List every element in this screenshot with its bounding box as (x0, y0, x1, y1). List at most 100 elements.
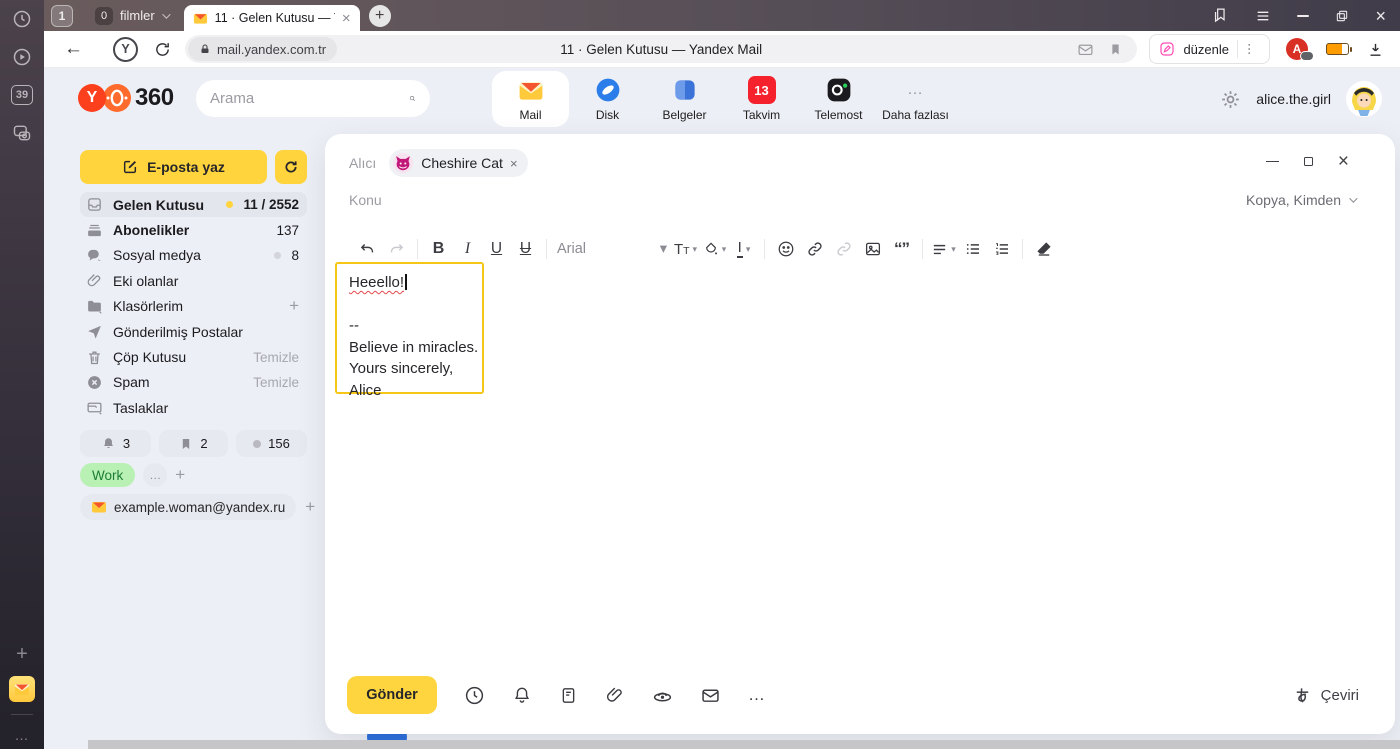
attach-from-mail-icon[interactable] (700, 685, 721, 706)
highlight-color-select[interactable]: ▾ (700, 235, 729, 263)
recipient-chip[interactable]: Cheshire Cat × (389, 149, 527, 177)
compose-window: × Alıcı Cheshire Cat × Kopya, Kimden (325, 134, 1395, 734)
reminders-counter[interactable]: 3 (80, 430, 151, 457)
more-vertical-icon[interactable]: … (1246, 42, 1261, 56)
mail-notifications-icon[interactable] (1077, 41, 1094, 58)
app-telemost[interactable]: Telemost (800, 71, 877, 127)
template-icon[interactable] (559, 686, 578, 705)
back-icon[interactable]: ← (64, 38, 83, 60)
mail-main: E-posta yaz Gelen Kutusu 11 / 2552 Abone… (44, 130, 1400, 749)
bullet-list-button[interactable] (958, 235, 987, 263)
bookmarks-icon[interactable] (1212, 7, 1229, 24)
address-bar[interactable]: mail.yandex.com.tr 11 · Gelen Kutusu — Y… (185, 35, 1137, 63)
bookmark-icon[interactable] (1108, 42, 1123, 57)
check-mail-button[interactable] (275, 150, 307, 184)
search-input[interactable] (210, 90, 409, 107)
subject-input[interactable] (349, 192, 769, 208)
underline-button[interactable]: U (482, 235, 511, 263)
app-calendar[interactable]: 13 Takvim (723, 71, 800, 127)
add-account-button[interactable]: + (305, 497, 315, 517)
tab-group-filmler[interactable]: 0 filmler (95, 7, 168, 25)
more-actions-icon[interactable]: … (748, 685, 766, 705)
compose-button[interactable]: E-posta yaz (80, 150, 267, 184)
history-icon[interactable] (12, 9, 32, 29)
app-disk[interactable]: Disk (569, 71, 646, 127)
redo-icon[interactable] (382, 235, 411, 263)
more-icon[interactable]: … (15, 727, 30, 743)
restore-icon[interactable] (1335, 9, 1349, 23)
undo-icon[interactable] (353, 235, 382, 263)
add-panel-icon[interactable]: + (16, 644, 28, 664)
label-work[interactable]: Work (80, 463, 135, 487)
edit-button[interactable]: düzenle … (1149, 34, 1270, 64)
translate-button[interactable]: Çeviri (1293, 686, 1359, 705)
strikethrough-button[interactable]: U (511, 235, 540, 263)
settings-gear-icon[interactable] (1220, 89, 1241, 110)
folder-spam[interactable]: Spam Temizle (80, 370, 307, 395)
send-button[interactable]: Gönder (347, 676, 437, 714)
extension-sub-badge (1300, 51, 1314, 61)
folder-drafts[interactable]: Taslaklar (80, 395, 307, 420)
emoji-button[interactable] (771, 235, 800, 263)
folder-subscriptions[interactable]: Abonelikler 137 (80, 217, 307, 242)
folder-sent[interactable]: Gönderilmiş Postalar (80, 319, 307, 344)
downloads-icon[interactable] (1367, 41, 1384, 58)
font-size-select[interactable]: TT▾ (671, 235, 700, 263)
battery-icon[interactable] (1326, 43, 1349, 55)
insert-image-button[interactable] (858, 235, 887, 263)
yandex-mail-app-icon[interactable] (9, 676, 35, 702)
attach-file-icon[interactable] (605, 685, 625, 705)
blockquote-button[interactable]: “” (887, 235, 916, 263)
avatar[interactable] (1346, 81, 1382, 117)
remove-recipient-icon[interactable]: × (510, 156, 518, 171)
tabs-count-badge[interactable]: 39 (11, 85, 33, 105)
yandex360-logo[interactable]: Y 360 (78, 84, 174, 112)
text-color-select[interactable]: I▾ (729, 235, 758, 263)
add-label-button[interactable]: + (175, 465, 185, 485)
remove-link-button[interactable] (829, 235, 858, 263)
close-icon[interactable]: × (1375, 7, 1386, 25)
compose-minimize-icon[interactable] (1266, 161, 1279, 163)
font-family-select[interactable]: Arial ▾ (553, 241, 671, 257)
compose-close-icon[interactable]: × (1338, 152, 1349, 171)
screenshot-icon[interactable] (12, 123, 32, 143)
folder-with-attachments[interactable]: Eki olanlar (80, 268, 307, 293)
bold-button[interactable]: B (424, 235, 453, 263)
align-select[interactable]: ▾ (929, 235, 958, 263)
tab-close-icon[interactable]: × (342, 11, 351, 26)
yandex-button[interactable]: Y (113, 37, 138, 62)
folder-social[interactable]: Sosyal medya 8 (80, 243, 307, 268)
search-box[interactable] (196, 80, 430, 117)
app-mail[interactable]: Mail (492, 71, 569, 127)
italic-button[interactable]: I (453, 235, 482, 263)
username[interactable]: alice.the.girl (1256, 91, 1331, 107)
compose-expand-icon[interactable] (1304, 157, 1313, 166)
app-documents[interactable]: Belgeler (646, 71, 723, 127)
unread-counter[interactable]: 156 (236, 430, 307, 457)
extension-badge[interactable]: A (1286, 38, 1308, 60)
account-pill[interactable]: example.woman@yandex.ru (80, 494, 296, 520)
domain-pill[interactable]: mail.yandex.com.tr (188, 37, 337, 61)
new-tab-button[interactable]: + (369, 5, 391, 27)
recipient-row[interactable]: Alıcı Cheshire Cat × (349, 148, 528, 178)
folder-trash[interactable]: Çöp Kutusu Temizle (80, 344, 307, 369)
schedule-send-icon[interactable] (464, 685, 485, 706)
numbered-list-button[interactable] (987, 235, 1016, 263)
active-tab[interactable]: 11 · Gelen Kutusu — Yan × (184, 5, 360, 31)
minimize-icon[interactable] (1297, 15, 1309, 17)
play-panel-icon[interactable] (12, 47, 32, 67)
labels-more-button[interactable]: … (143, 463, 167, 487)
tab-counter-button[interactable]: 1 (51, 5, 73, 27)
saved-counter[interactable]: 2 (159, 430, 228, 457)
app-more[interactable]: … Daha fazlası (877, 71, 954, 127)
attach-from-disk-icon[interactable] (652, 685, 673, 706)
cc-from-toggle[interactable]: Kopya, Kimden (1246, 192, 1355, 208)
folder-my-folders[interactable]: Klasörlerim + (80, 294, 307, 319)
reminder-bell-icon[interactable] (512, 685, 532, 705)
insert-link-button[interactable] (800, 235, 829, 263)
reload-icon[interactable] (154, 41, 171, 58)
clear-formatting-button[interactable] (1029, 235, 1058, 263)
menu-icon[interactable] (1255, 8, 1271, 24)
message-body-highlight[interactable]: Heeello! -- Believe in miracles. Yours s… (335, 262, 484, 394)
folder-inbox[interactable]: Gelen Kutusu 11 / 2552 (80, 192, 307, 217)
